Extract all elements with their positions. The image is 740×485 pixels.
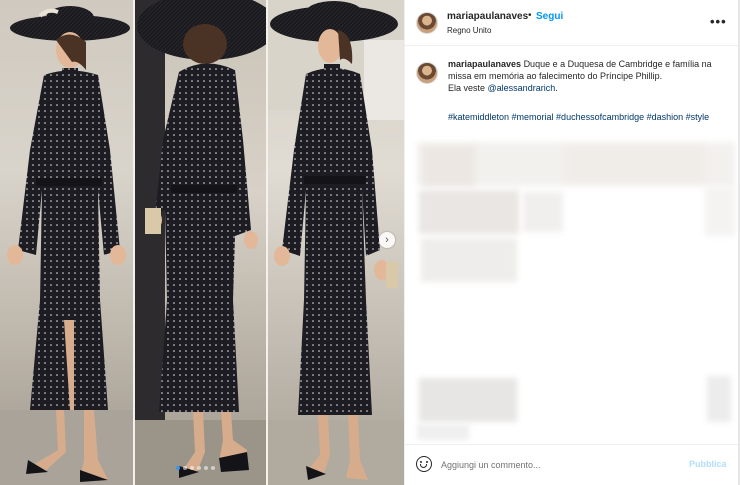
carousel-pagination [176,466,215,470]
pagination-dot [211,466,215,470]
post-header: mariapaulanaves • Segui Regno Unito ••• [405,0,739,46]
pagination-dot [204,466,208,470]
caption-line-1: Duque e a Duquesa de Cambridge e família… [523,59,712,69]
pagination-dot-active [176,466,180,470]
follow-button[interactable]: Segui [536,11,563,22]
photo-panel-back [135,0,267,485]
photo-panel-front [0,0,134,485]
pagination-dot [183,466,187,470]
caption-line-3-suffix: . [555,83,558,93]
pagination-dot [190,466,194,470]
author-username[interactable]: mariapaulanaves [447,11,528,22]
comment-input[interactable] [441,457,681,473]
caption-line-2: missa em memória ao falecimento do Prínc… [448,71,663,81]
caption-avatar[interactable] [416,62,438,84]
smiley-face-icon[interactable] [416,456,432,472]
comment-composer: Pubblica [405,444,739,485]
chevron-right-icon[interactable]: › [379,232,395,248]
post-details-panel: mariapaulanaves • Segui Regno Unito ••• … [404,0,740,485]
caption-username[interactable]: mariapaulanaves [448,59,521,69]
pagination-dot [197,466,201,470]
caption-mention-link[interactable]: @alessandrarich [488,83,556,93]
publish-button[interactable]: Pubblica [689,459,727,469]
post-location[interactable]: Regno Unito [447,26,491,35]
caption-line-3-prefix: Ela veste [448,83,488,93]
post-photo-carousel[interactable]: › [0,0,404,485]
avatar[interactable] [416,12,438,34]
caption-hashtags[interactable]: #katemiddleton #memorial #duchessofcambr… [448,112,709,122]
post-caption: mariapaulanaves Duque e a Duquesa de Cam… [448,58,734,94]
separator-dot: • [528,10,532,21]
instagram-post-modal: › mariapaulanaves • Segui Regno Unito ••… [0,0,740,485]
ellipsis-icon[interactable]: ••• [710,14,727,29]
